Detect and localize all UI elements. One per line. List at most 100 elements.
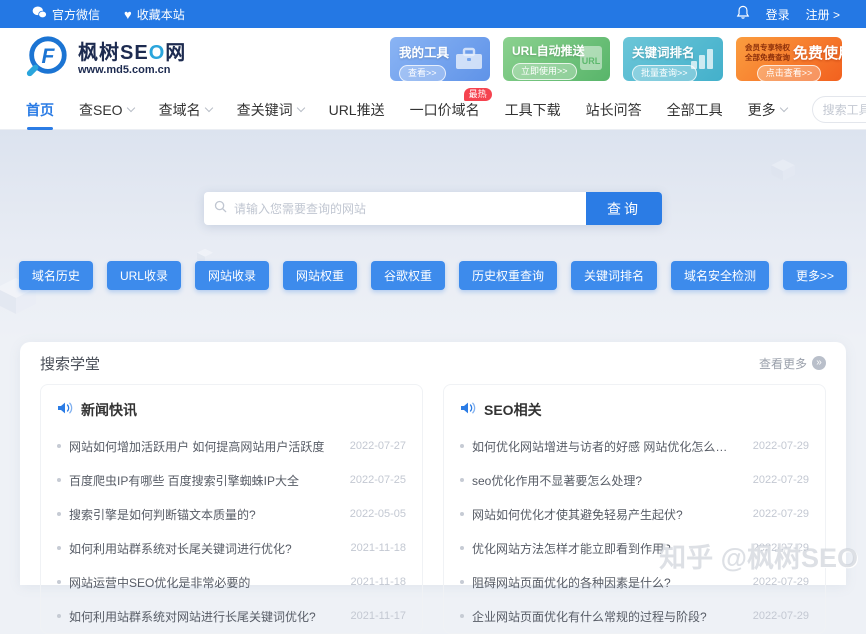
cube-decoration: [770, 158, 796, 187]
site-header: F 枫树SEO网 www.md5.com.cn 我的工具 查看>> URL自动推…: [0, 28, 866, 90]
promo-my-tools[interactable]: 我的工具 查看>>: [390, 37, 490, 81]
article-row[interactable]: 阻碍网站页面优化的各种因素是什么? 2022-07-29: [460, 565, 809, 599]
nav-check-seo[interactable]: 查SEO: [79, 100, 134, 120]
promo-my-tools-action[interactable]: 查看>>: [399, 65, 446, 81]
register-link[interactable]: 注册 >: [806, 6, 840, 23]
nav-check-domain[interactable]: 查域名: [159, 100, 212, 120]
bullet-dot: [460, 580, 464, 584]
article-row[interactable]: seo优化作用不显著要怎么处理? 2022-07-29: [460, 463, 809, 497]
column-title: SEO相关: [484, 400, 542, 420]
quick-link-site-weight[interactable]: 网站权重: [283, 261, 357, 290]
nav-all-tools[interactable]: 全部工具: [667, 100, 723, 120]
article-date: 2022-07-29: [753, 440, 809, 452]
chevron-down-icon: [204, 104, 212, 112]
quick-link-google-weight[interactable]: 谷歌权重: [371, 261, 445, 290]
chevron-down-icon: [779, 104, 787, 112]
site-query-input[interactable]: [234, 202, 576, 216]
article-row[interactable]: 网站如何优化才使其避免轻易产生起伏? 2022-07-29: [460, 497, 809, 531]
promo-url-push[interactable]: URL自动推送 立即使用>> URL: [503, 37, 610, 81]
article-row[interactable]: 如何利用站群系统对长尾关键词进行优化? 2021-11-18: [57, 531, 406, 565]
speaker-icon: [57, 401, 73, 420]
article-row[interactable]: 百度爬虫IP有哪些 百度搜索引擎蜘蛛IP大全 2022-07-25: [57, 463, 406, 497]
article-row[interactable]: 网站如何增加活跃用户 如何提高网站用户活跃度 2022-07-27: [57, 429, 406, 463]
bullet-dot: [57, 546, 61, 550]
article-date: 2022-07-29: [753, 542, 809, 554]
article-date: 2021-11-18: [351, 576, 406, 588]
article-date: 2022-05-05: [350, 508, 406, 520]
official-wechat-link[interactable]: 官方微信: [32, 6, 100, 23]
site-logo[interactable]: F 枫树SEO网 www.md5.com.cn: [24, 34, 186, 85]
bullet-dot: [460, 546, 464, 550]
article-row[interactable]: 企业网站页面优化有什么常规的过程与阶段? 2022-07-29: [460, 599, 809, 633]
promo-free-use-title: 免费使用: [793, 42, 842, 63]
main-nav: 首页 查SEO 查域名 查关键词 URL推送 一口价域名最热 工具下载 站长问答…: [0, 90, 866, 130]
quick-link-domain-history[interactable]: 域名历史: [19, 261, 93, 290]
promo-url-push-action[interactable]: 立即使用>>: [512, 63, 577, 80]
promo-free-use-action[interactable]: 点击查看>>: [757, 65, 822, 81]
bullet-dot: [460, 478, 464, 482]
bullet-dot: [57, 478, 61, 482]
quick-link-site-index[interactable]: 网站收录: [195, 261, 269, 290]
svg-text:F: F: [42, 44, 56, 67]
official-wechat-label: 官方微信: [52, 6, 100, 23]
nav-check-keyword[interactable]: 查关键词: [237, 100, 304, 120]
tool-search-box: [812, 96, 866, 123]
promo-free-use-subtitle: 会员专享特权 全部免费查询: [745, 43, 790, 63]
arrow-circle-icon: »: [812, 356, 826, 370]
chevron-down-icon: [126, 104, 134, 112]
logo-magnifier-icon: F: [24, 34, 70, 85]
nav-home[interactable]: 首页: [26, 100, 54, 120]
login-label: 登录: [766, 6, 790, 23]
login-link[interactable]: 登录: [766, 6, 790, 23]
view-more-link[interactable]: 查看更多 »: [759, 355, 826, 372]
quick-link-keyword-rank[interactable]: 关键词排名: [571, 261, 657, 290]
topbar-right: 登录 注册 >: [736, 5, 840, 23]
query-button[interactable]: 查询: [586, 192, 662, 225]
bullet-dot: [460, 614, 464, 618]
quick-link-history-weight[interactable]: 历史权重查询: [459, 261, 557, 290]
article-date: 2022-07-27: [350, 440, 406, 452]
tool-search-input[interactable]: [823, 103, 866, 117]
favorite-site-link[interactable]: ♥ 收藏本站: [124, 6, 185, 23]
seo-column: SEO相关 如何优化网站增进与访者的好感 网站优化怎么做才能吸引访者浏览 202…: [443, 384, 826, 634]
quick-tool-links: 域名历史 URL收录 网站收录 网站权重 谷歌权重 历史权重查询 关键词排名 域…: [0, 261, 866, 290]
nav-webmaster-qa[interactable]: 站长问答: [586, 100, 642, 120]
bullet-dot: [57, 580, 61, 584]
nav-url-push[interactable]: URL推送: [329, 100, 385, 120]
quick-link-domain-safety[interactable]: 域名安全检测: [671, 261, 769, 290]
section-title: 搜索学堂: [40, 353, 100, 374]
heart-icon: ♥: [124, 8, 132, 21]
notification-bell-icon[interactable]: [736, 5, 750, 23]
briefcase-icon: [454, 47, 484, 76]
logo-text: 枫树SEO网 www.md5.com.cn: [78, 42, 186, 76]
hero-section: 查询 域名历史 URL收录 网站收录 网站权重 谷歌权重 历史权重查询 关键词排…: [0, 130, 866, 342]
quick-link-more[interactable]: 更多>>: [783, 261, 847, 290]
nav-more[interactable]: 更多: [748, 100, 787, 120]
article-row[interactable]: 网站运营中SEO优化是非常必要的 2021-11-18: [57, 565, 406, 599]
column-title: 新闻快讯: [81, 400, 137, 420]
site-url: www.md5.com.cn: [78, 64, 186, 76]
bullet-dot: [57, 614, 61, 618]
search-icon: [214, 200, 227, 218]
article-date: 2022-07-29: [753, 508, 809, 520]
site-query-bar: 查询: [204, 192, 662, 225]
promo-banners: 我的工具 查看>> URL自动推送 立即使用>> URL 关键词排名 批量查询>…: [390, 37, 842, 81]
article-row[interactable]: 如何利用站群系统对网站进行长尾关键词优化? 2021-11-17: [57, 599, 406, 633]
promo-keyword-rank-action[interactable]: 批量查询>>: [632, 65, 697, 81]
speaker-icon: [460, 401, 476, 420]
bullet-dot: [460, 512, 464, 516]
nav-fixed-price-domain[interactable]: 一口价域名最热: [410, 100, 480, 120]
promo-keyword-rank[interactable]: 关键词排名 批量查询>>: [623, 37, 723, 81]
article-row[interactable]: 搜索引擎是如何判断锚文本质量的? 2022-05-05: [57, 497, 406, 531]
quick-link-url-index[interactable]: URL收录: [107, 261, 181, 290]
url-icon: URL: [578, 45, 604, 76]
article-date: 2021-11-18: [351, 542, 406, 554]
nav-tool-download[interactable]: 工具下载: [505, 100, 561, 120]
search-school-card: 搜索学堂 查看更多 » 新闻快讯 网站如何增加活跃用户 如何提高网站用户活跃度 …: [20, 342, 846, 585]
topbar-left: 官方微信 ♥ 收藏本站: [32, 6, 185, 23]
bullet-dot: [57, 444, 61, 448]
promo-free-use[interactable]: 会员专享特权 全部免费查询 免费使用 点击查看>>: [736, 37, 842, 81]
article-row[interactable]: 如何优化网站增进与访者的好感 网站优化怎么做才能吸引访者浏览 2022-07-2…: [460, 429, 809, 463]
article-row[interactable]: 优化网站方法怎样才能立即看到作用? 2022-07-29: [460, 531, 809, 565]
article-columns: 新闻快讯 网站如何增加活跃用户 如何提高网站用户活跃度 2022-07-27 百…: [40, 384, 826, 634]
